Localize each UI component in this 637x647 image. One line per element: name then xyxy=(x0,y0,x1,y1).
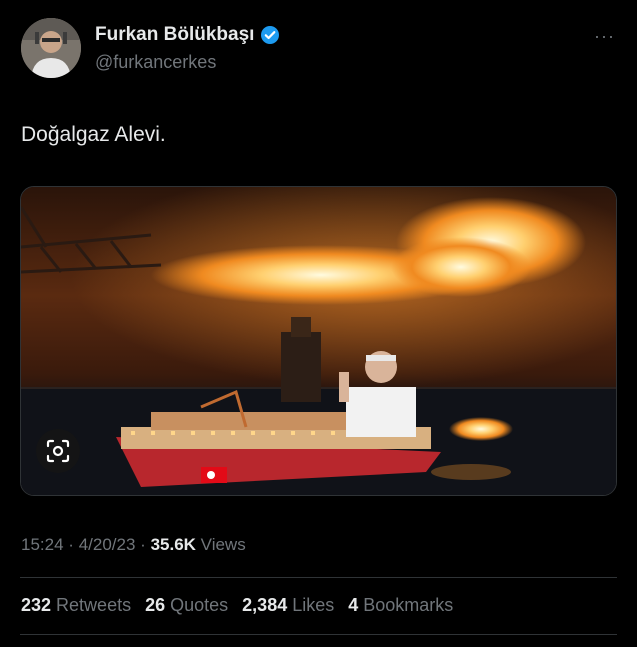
likes-count: 2,384 xyxy=(242,595,288,615)
bookmarks-count: 4 xyxy=(348,595,359,615)
divider xyxy=(20,577,617,578)
bookmarks-stat[interactable]: 4 Bookmarks xyxy=(348,595,453,616)
retweets-label: Retweets xyxy=(56,595,132,615)
meta-separator: · xyxy=(68,535,74,554)
verified-badge-icon xyxy=(260,25,280,45)
tweet-text: Doğalgaz Alevi. xyxy=(21,123,166,146)
views-label: Views xyxy=(200,535,246,554)
tweet-meta: 15:24 · 4/20/23 · 35.6K Views xyxy=(21,535,246,555)
views-count: 35.6K xyxy=(150,535,196,554)
quotes-label: Quotes xyxy=(170,595,229,615)
scan-icon[interactable] xyxy=(36,429,80,473)
bookmarks-label: Bookmarks xyxy=(363,595,454,615)
quotes-stat[interactable]: 26 Quotes xyxy=(145,595,228,616)
author-handle[interactable]: @furkancerkes xyxy=(95,52,216,73)
tweet-date[interactable]: 4/20/23 xyxy=(79,535,136,554)
quotes-count: 26 xyxy=(145,595,166,615)
avatar-image xyxy=(21,18,81,78)
likes-stat[interactable]: 2,384 Likes xyxy=(242,595,334,616)
retweets-count: 232 xyxy=(21,595,52,615)
more-options-button[interactable]: ··· xyxy=(594,26,615,47)
engagement-stats: 232 Retweets 26 Quotes 2,384 Likes 4 Bookmar… xyxy=(21,595,453,616)
gas-flare-photo xyxy=(21,187,616,495)
likes-label: Likes xyxy=(292,595,335,615)
author-display-name[interactable]: Furkan Bölükbaşı xyxy=(95,24,254,46)
tweet-media-image[interactable] xyxy=(20,186,617,496)
divider xyxy=(20,634,617,635)
avatar[interactable] xyxy=(21,18,81,78)
retweets-stat[interactable]: 232 Retweets xyxy=(21,595,131,616)
meta-separator: · xyxy=(140,535,146,554)
tweet-time[interactable]: 15:24 xyxy=(21,535,64,554)
